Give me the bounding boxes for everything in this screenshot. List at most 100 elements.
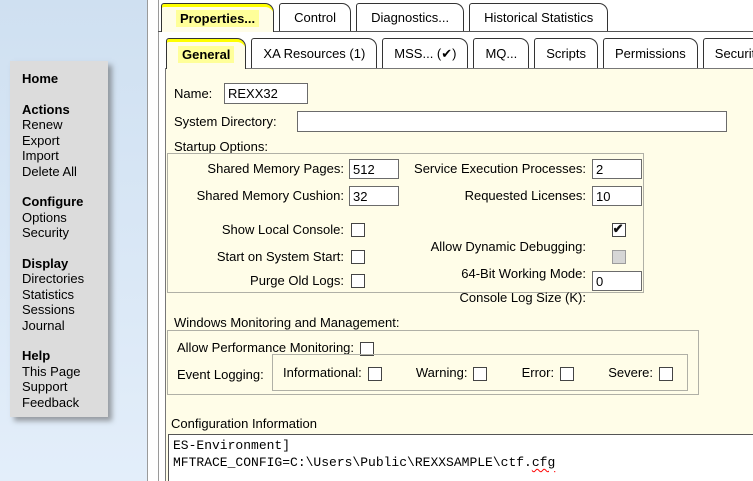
purge-old-logs-checkbox[interactable] bbox=[351, 274, 365, 288]
system-directory-input[interactable] bbox=[297, 111, 727, 132]
tab-mq[interactable]: MQ... bbox=[473, 38, 529, 68]
sidebar-item-delete-all[interactable]: Delete All bbox=[22, 164, 108, 180]
severe-checkbox[interactable] bbox=[659, 367, 673, 381]
general-properties-panel: Name: System Directory: Startup Options:… bbox=[165, 68, 753, 481]
tab-mq-label: MQ... bbox=[485, 46, 517, 61]
sidebar-group-configure: Configure bbox=[22, 194, 108, 210]
startup-row-2: Shared Memory Cushion: Requested License… bbox=[168, 186, 643, 208]
shared-memory-pages-input[interactable] bbox=[349, 159, 399, 179]
allow-performance-monitoring-label: Allow Performance Monitoring: bbox=[177, 340, 354, 355]
sub-tab-bar: General XA Resources (1) MSS... (✔) MQ..… bbox=[166, 38, 753, 69]
severe-label: Severe: bbox=[608, 365, 653, 380]
event-logging-severe: Severe: bbox=[608, 364, 673, 381]
sidebar-gap bbox=[22, 87, 108, 102]
sidebar: Home Actions Renew Export Import Delete … bbox=[10, 61, 108, 417]
requested-licenses-input[interactable] bbox=[592, 186, 642, 206]
sidebar-gap bbox=[22, 241, 108, 256]
tab-xa-resources[interactable]: XA Resources (1) bbox=[251, 38, 377, 68]
sixty-four-bit-working-mode-checkbox bbox=[612, 250, 626, 264]
start-on-system-start-checkbox[interactable] bbox=[351, 250, 365, 264]
warning-checkbox[interactable] bbox=[473, 367, 487, 381]
config-line-2-text: MFTRACE_CONFIG=C:\Users\Public\REXXSAMPL… bbox=[173, 455, 532, 470]
configuration-information-textarea[interactable]: ES-Environment] MFTRACE_CONFIG=C:\Users\… bbox=[168, 434, 753, 481]
monitoring-fieldset: Allow Performance Monitoring: Event Logg… bbox=[167, 330, 699, 395]
sidebar-item-journal[interactable]: Journal bbox=[22, 318, 108, 334]
tab-diagnostics[interactable]: Diagnostics... bbox=[356, 3, 464, 31]
startup-row-1: Shared Memory Pages: Service Execution P… bbox=[168, 159, 643, 181]
sidebar-item-security[interactable]: Security bbox=[22, 225, 108, 241]
startup-row-3: Show Local Console: Allow Dynamic Debugg… bbox=[168, 220, 643, 242]
show-local-console-label: Show Local Console: bbox=[172, 220, 344, 240]
purge-old-logs-label: Purge Old Logs: bbox=[172, 271, 344, 291]
startup-row-4: Start on System Start: 64-Bit Working Mo… bbox=[168, 247, 643, 269]
tab-historical-statistics-label: Historical Statistics bbox=[484, 10, 593, 25]
tab-xa-resources-label: XA Resources (1) bbox=[263, 46, 365, 61]
tab-general-label: General bbox=[178, 46, 234, 63]
sidebar-item-this-page[interactable]: This Page bbox=[22, 364, 108, 380]
allow-dynamic-debugging-checkbox[interactable] bbox=[612, 223, 626, 237]
tab-diagnostics-label: Diagnostics... bbox=[371, 10, 449, 25]
tab-properties-label: Properties... bbox=[176, 10, 259, 27]
startup-row-5: Purge Old Logs: Console Log Size (K): bbox=[168, 271, 643, 293]
start-on-system-start-label: Start on System Start: bbox=[172, 247, 344, 267]
config-line-2: MFTRACE_CONFIG=C:\Users\Public\REXXSAMPL… bbox=[173, 454, 753, 471]
name-label: Name: bbox=[174, 86, 212, 101]
shared-memory-cushion-label: Shared Memory Cushion: bbox=[172, 186, 344, 206]
show-local-console-checkbox[interactable] bbox=[351, 223, 365, 237]
sidebar-group-display: Display bbox=[22, 256, 108, 272]
error-checkbox[interactable] bbox=[560, 367, 574, 381]
console-log-size-input[interactable] bbox=[592, 271, 642, 291]
sidebar-item-sessions[interactable]: Sessions bbox=[22, 302, 108, 318]
tab-control-label: Control bbox=[294, 10, 336, 25]
system-directory-label: System Directory: bbox=[174, 114, 277, 129]
tab-permissions[interactable]: Permissions bbox=[603, 38, 698, 68]
sidebar-item-import[interactable]: Import bbox=[22, 148, 108, 164]
event-logging-informational: Informational: bbox=[283, 364, 382, 381]
sidebar-item-renew[interactable]: Renew bbox=[22, 117, 108, 133]
service-execution-processes-input[interactable] bbox=[592, 159, 642, 179]
config-line-1: ES-Environment] bbox=[173, 437, 753, 454]
tab-mss[interactable]: MSS... (✔) bbox=[382, 38, 468, 68]
configuration-information-label: Configuration Information bbox=[171, 416, 317, 431]
tab-mss-label: MSS... (✔) bbox=[394, 46, 456, 62]
startup-options-label: Startup Options: bbox=[174, 139, 268, 154]
name-input[interactable] bbox=[224, 83, 308, 104]
startup-options-fieldset: Shared Memory Pages: Service Execution P… bbox=[167, 153, 644, 293]
event-logging-error: Error: bbox=[522, 364, 575, 381]
sidebar-gap bbox=[22, 179, 108, 194]
informational-label: Informational: bbox=[283, 365, 362, 380]
error-label: Error: bbox=[522, 365, 555, 380]
tab-historical-statistics[interactable]: Historical Statistics bbox=[469, 3, 608, 31]
sidebar-item-home[interactable]: Home bbox=[22, 71, 108, 87]
warning-label: Warning: bbox=[416, 365, 468, 380]
shared-memory-cushion-input[interactable] bbox=[349, 186, 399, 206]
tab-security[interactable]: Security bbox=[703, 38, 753, 68]
event-logging-label: Event Logging: bbox=[177, 367, 264, 382]
event-logging-warning: Warning: bbox=[416, 364, 488, 381]
shared-memory-pages-label: Shared Memory Pages: bbox=[172, 159, 344, 179]
tab-security-label: Security bbox=[715, 46, 753, 61]
sidebar-group-help: Help bbox=[22, 348, 108, 364]
tab-control[interactable]: Control bbox=[279, 3, 351, 31]
service-execution-processes-label: Service Execution Processes: bbox=[404, 159, 586, 179]
sidebar-item-options[interactable]: Options bbox=[22, 210, 108, 226]
tab-scripts-label: Scripts bbox=[546, 46, 586, 61]
sidebar-item-feedback[interactable]: Feedback bbox=[22, 395, 108, 411]
sidebar-group-actions: Actions bbox=[22, 102, 108, 118]
event-logging-group: Informational: Warning: Error: Severe: bbox=[272, 354, 688, 391]
tab-permissions-label: Permissions bbox=[615, 46, 686, 61]
tab-general[interactable]: General bbox=[166, 38, 246, 69]
sidebar-item-export[interactable]: Export bbox=[22, 133, 108, 149]
sidebar-item-support[interactable]: Support bbox=[22, 379, 108, 395]
tab-scripts[interactable]: Scripts bbox=[534, 38, 598, 68]
main-tab-bar: Properties... Control Diagnostics... His… bbox=[161, 3, 608, 32]
sidebar-item-directories[interactable]: Directories bbox=[22, 271, 108, 287]
sidebar-item-statistics[interactable]: Statistics bbox=[22, 287, 108, 303]
tab-properties[interactable]: Properties... bbox=[161, 3, 274, 32]
informational-checkbox[interactable] bbox=[368, 367, 382, 381]
config-line-2-misspelled: cfg bbox=[532, 455, 555, 470]
sidebar-gap bbox=[22, 333, 108, 348]
windows-monitoring-label: Windows Monitoring and Management: bbox=[174, 315, 399, 330]
requested-licenses-label: Requested Licenses: bbox=[404, 186, 586, 206]
console-log-size-label: Console Log Size (K): bbox=[404, 288, 586, 308]
